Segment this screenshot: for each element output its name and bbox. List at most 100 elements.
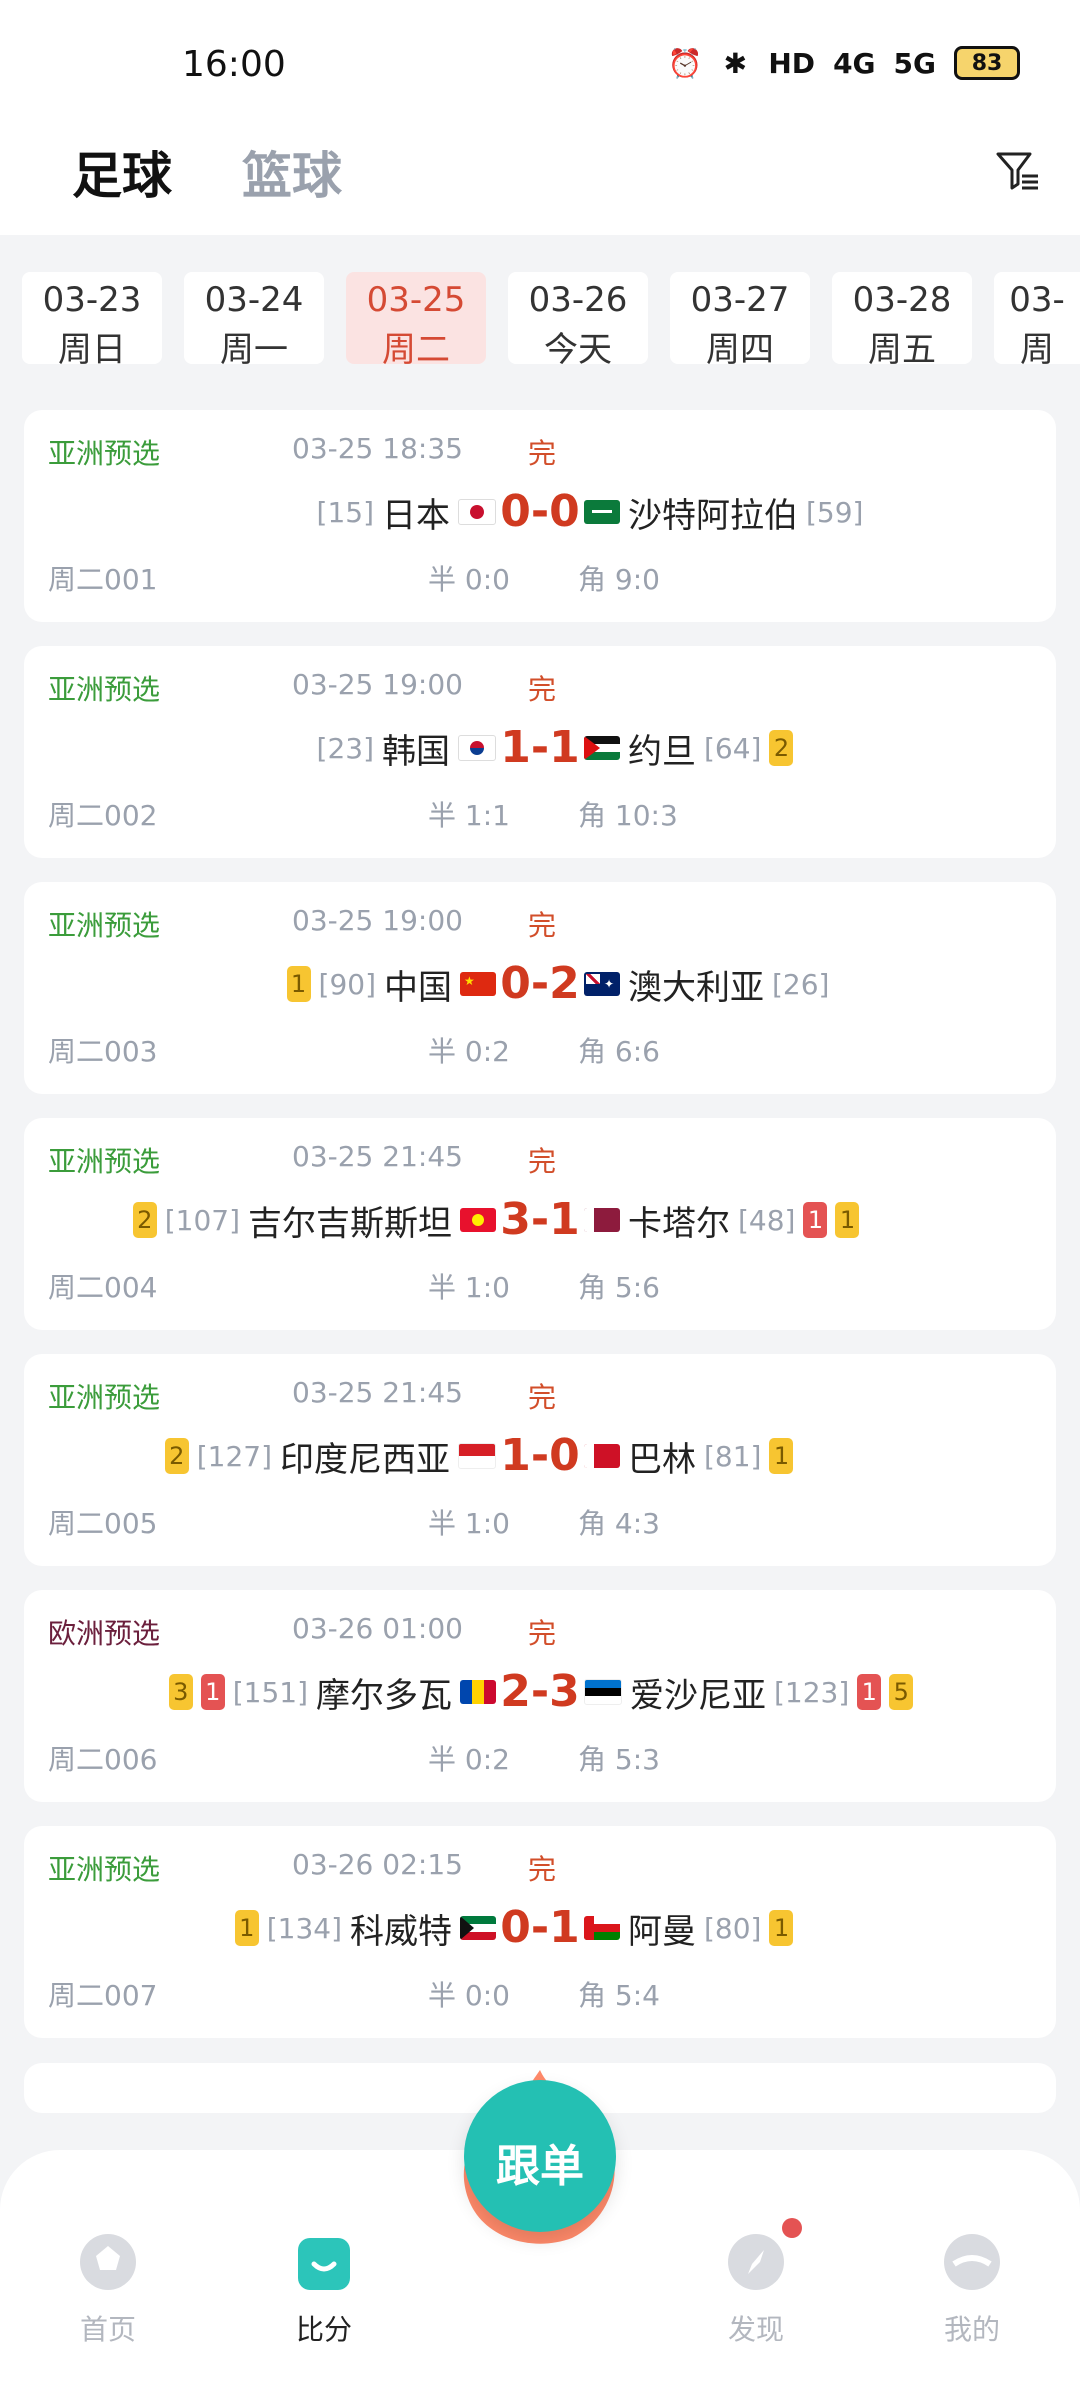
match-code: 周二004: [48, 1271, 158, 1304]
flag-moldova-icon: [460, 1680, 496, 1704]
match-time: 03-25 19:00: [292, 904, 463, 937]
follow-order-button[interactable]: 跟单: [464, 2080, 616, 2232]
nav-discover[interactable]: 发现: [696, 2230, 816, 2348]
nav-label: 我的: [943, 2313, 1000, 2346]
away-side: 沙特阿拉伯 [59]: [584, 488, 863, 536]
home-side: 1 [90] 中国 ★: [286, 960, 496, 1008]
match-card[interactable]: 亚洲预选 03-25 19:00 完 [23] 韩国 1-1 约旦 [64] 2…: [24, 646, 1056, 858]
nav-score[interactable]: 比分: [264, 2230, 384, 2348]
flag-australia-icon: ✦: [584, 972, 620, 996]
away-side: 卡塔尔 [48] 1 1: [584, 1196, 860, 1244]
match-card[interactable]: 亚洲预选 03-25 21:45 完 2 [127] 印度尼西亚 1-0 巴林 …: [24, 1354, 1056, 1566]
tab-basketball[interactable]: 篮球: [242, 136, 342, 208]
home-rank: [127]: [196, 1439, 272, 1473]
away-team: 卡塔尔: [628, 1203, 730, 1244]
score: 0-0: [500, 486, 580, 537]
home-rank: [134]: [266, 1911, 342, 1945]
flag-kuwait-icon: [460, 1916, 496, 1940]
league-label: 亚洲预选: [48, 1853, 161, 1886]
away-rank: [64]: [704, 731, 762, 765]
date-tile[interactable]: 03-28 周五: [832, 272, 972, 370]
away-side: 约旦 [64] 2: [584, 724, 794, 772]
flag-qatar-icon: [584, 1208, 620, 1232]
away-red-cards: 1: [857, 1674, 882, 1710]
corner-score: 角 4:3: [578, 1507, 660, 1540]
4g-signal-icon: 4G: [833, 46, 876, 80]
away-side: 阿曼 [80] 1: [584, 1904, 794, 1952]
home-rank: [107]: [164, 1203, 240, 1237]
away-yellow-cards: 1: [769, 1910, 794, 1946]
home-yellow-cards: 2: [132, 1202, 157, 1238]
match-card[interactable]: 亚洲预选 03-25 21:45 完 2 [107] 吉尔吉斯斯坦 3-1 卡塔…: [24, 1118, 1056, 1330]
date-selector: 03-23 周日 03-24 周一 03-25 周二 03-26 今天 03-2…: [0, 235, 1080, 375]
away-rank: [81]: [704, 1439, 762, 1473]
half-score: 半 0:0: [428, 1979, 510, 2012]
away-yellow-cards: 2: [769, 730, 794, 766]
home-team: 吉尔吉斯斯坦: [248, 1203, 452, 1244]
date-tile[interactable]: 03-26 今天: [508, 272, 648, 370]
league-label: 亚洲预选: [48, 1381, 161, 1414]
nav-home[interactable]: 首页: [48, 2230, 168, 2348]
date-tile-selected[interactable]: 03-25 周二: [346, 272, 486, 370]
filter-icon[interactable]: [994, 148, 1040, 194]
date-tile[interactable]: 03-23 周日: [22, 272, 162, 370]
home-team: 印度尼西亚: [280, 1439, 450, 1480]
match-line: 2 [107] 吉尔吉斯斯坦 3-1 卡塔尔 [48] 1 1: [24, 1196, 1056, 1244]
home-team: 日本: [382, 495, 450, 536]
home-side: [23] 韩国: [317, 724, 496, 772]
flag-japan-icon: [458, 499, 496, 525]
profile-icon: [944, 2234, 1000, 2290]
match-time: 03-25 21:45: [292, 1140, 463, 1173]
corner-score: 角 10:3: [578, 799, 678, 832]
alarm-icon: ⏰: [667, 46, 703, 80]
away-rank: [26]: [772, 967, 830, 1001]
corner-score: 角 6:6: [578, 1035, 660, 1068]
match-card[interactable]: 亚洲预选 03-25 18:35 完 [15] 日本 0-0 沙特阿拉伯 [59…: [24, 410, 1056, 622]
match-line: 3 1 [151] 摩尔多瓦 2-3 爱沙尼亚 [123] 1 5: [24, 1668, 1056, 1716]
date-tile-partial[interactable]: 03- 周: [994, 272, 1080, 370]
away-team: 阿曼: [628, 1911, 696, 1952]
date-tile[interactable]: 03-27 周四: [670, 272, 810, 370]
match-status: 完: [528, 1381, 557, 1414]
away-side: 巴林 [81] 1: [584, 1432, 794, 1480]
compass-icon: [728, 2234, 784, 2290]
match-status: 完: [528, 1145, 557, 1178]
match-card[interactable]: 亚洲预选 03-26 02:15 完 1 [134] 科威特 0-1 阿曼 [8…: [24, 1826, 1056, 2038]
date-tile[interactable]: 03-24 周一: [184, 272, 324, 370]
score: 0-2: [500, 958, 580, 1009]
match-card[interactable]: 欧洲预选 03-26 01:00 完 3 1 [151] 摩尔多瓦 2-3 爱沙…: [24, 1590, 1056, 1802]
flag-saudi-icon: [584, 500, 620, 524]
match-line: [23] 韩国 1-1 约旦 [64] 2: [24, 724, 1056, 772]
nav-profile[interactable]: 我的: [912, 2230, 1032, 2348]
away-team: 巴林: [628, 1439, 696, 1480]
away-team: 沙特阿拉伯: [628, 495, 798, 536]
away-yellow-cards: 1: [835, 1202, 860, 1238]
home-yellow-cards: 1: [234, 1910, 259, 1946]
half-score: 半 0:0: [428, 563, 510, 596]
league-label: 欧洲预选: [48, 1617, 161, 1650]
home-red-cards: 1: [200, 1674, 225, 1710]
home-side: [15] 日本: [317, 488, 496, 536]
match-time: 03-25 18:35: [292, 432, 463, 465]
half-score: 半 1:0: [428, 1271, 510, 1304]
away-rank: [59]: [806, 495, 864, 529]
home-rank: [151]: [232, 1675, 308, 1709]
home-side: 2 [107] 吉尔吉斯斯坦: [132, 1196, 496, 1244]
match-code: 周二007: [48, 1979, 158, 2012]
league-label: 亚洲预选: [48, 909, 161, 942]
match-code: 周二002: [48, 799, 158, 832]
home-rank: [90]: [318, 967, 376, 1001]
match-card[interactable]: 亚洲预选 03-25 19:00 完 1 [90] 中国 ★ 0-2 ✦ 澳大利…: [24, 882, 1056, 1094]
match-code: 周二006: [48, 1743, 158, 1776]
match-time: 03-25 19:00: [292, 668, 463, 701]
match-status: 完: [528, 437, 557, 470]
tab-soccer[interactable]: 足球: [72, 136, 172, 208]
flag-china-icon: ★: [460, 972, 496, 996]
match-status: 完: [528, 673, 557, 706]
away-team: 约旦: [628, 731, 696, 772]
notification-dot: [782, 2218, 802, 2238]
score: 3-1: [500, 1194, 580, 1245]
flag-estonia-icon: [584, 1679, 622, 1705]
flag-bahrain-icon: [584, 1444, 620, 1468]
5g-signal-icon: 5G: [893, 46, 936, 80]
